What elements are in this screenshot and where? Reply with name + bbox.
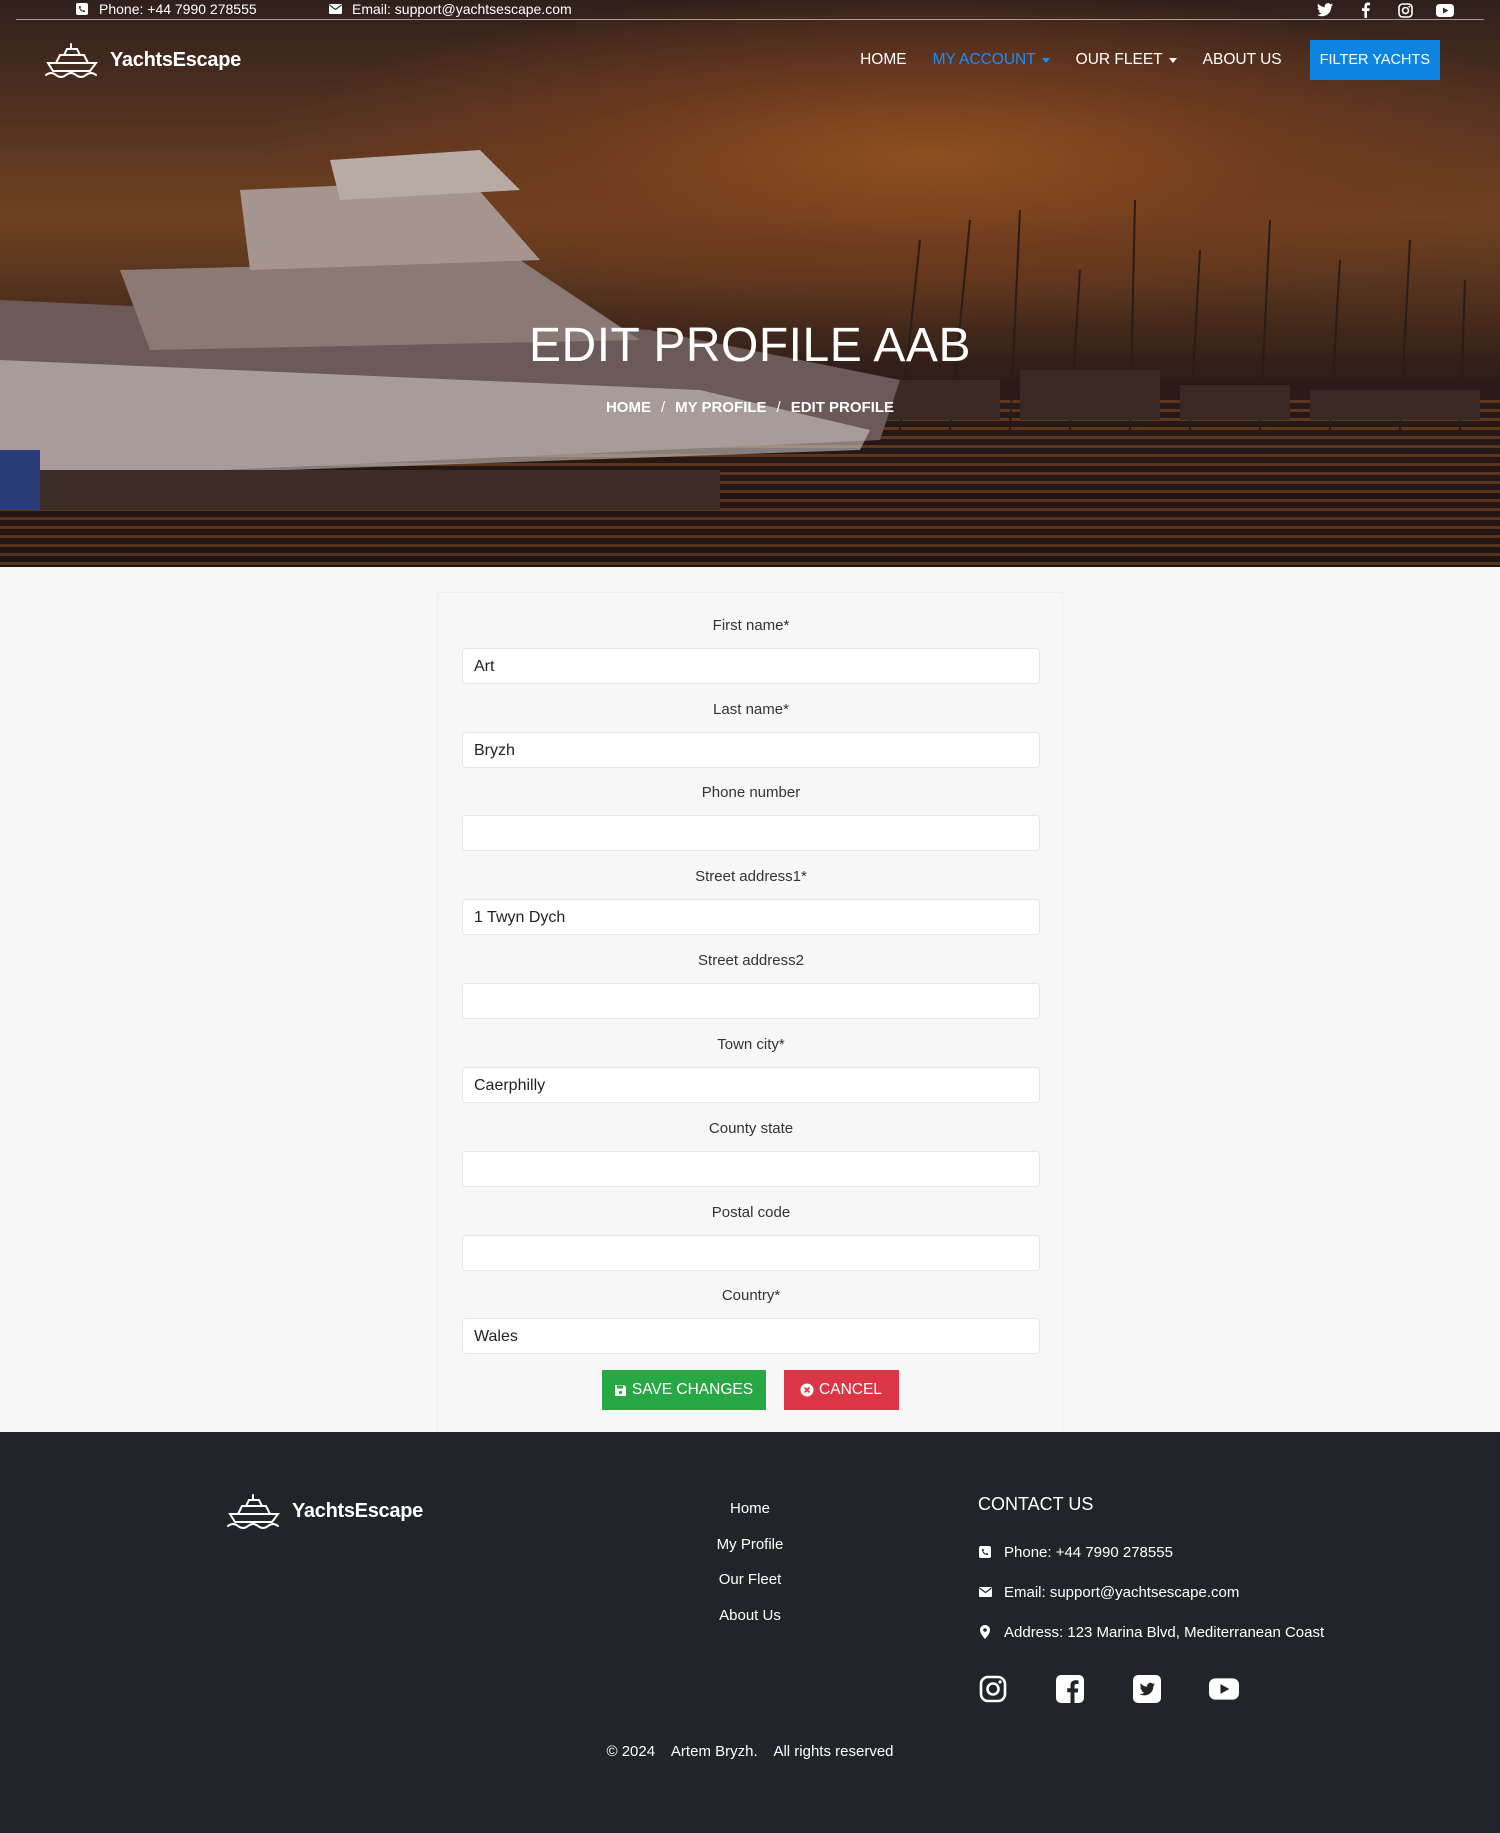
brand-logo[interactable]: YachtsEscape bbox=[44, 41, 241, 79]
breadcrumb-home[interactable]: HOME bbox=[606, 399, 651, 416]
main-navbar: YachtsEscape HOME MY ACCOUNT OUR FLEET A… bbox=[44, 38, 1440, 82]
street-address2-field: Street address2 bbox=[462, 952, 1040, 1019]
postal-code-field: Postal code bbox=[462, 1204, 1040, 1271]
first-name-label: First name* bbox=[712, 617, 790, 634]
breadcrumb: HOME / MY PROFILE / EDIT PROFILE bbox=[0, 399, 1500, 416]
street-address2-label: Street address2 bbox=[698, 952, 804, 969]
street-address1-label: Street address1* bbox=[695, 868, 807, 885]
town-city-input[interactable]: Caerphilly bbox=[462, 1067, 1040, 1103]
map-marker-icon bbox=[978, 1625, 992, 1639]
phone-number-input[interactable] bbox=[462, 815, 1040, 851]
footer-link-our-fleet[interactable]: Our Fleet bbox=[650, 1571, 850, 1607]
postal-code-input[interactable] bbox=[462, 1235, 1040, 1271]
envelope-icon bbox=[978, 1587, 992, 1597]
save-changes-button[interactable]: SAVE CHANGES bbox=[601, 1370, 766, 1410]
footer-address: Address: 123 Marina Blvd, Mediterranean … bbox=[978, 1612, 1324, 1652]
street-address1-field: Street address1* 1 Twyn Dych bbox=[462, 868, 1040, 935]
town-city-field: Town city* Caerphilly bbox=[462, 1036, 1040, 1103]
nav-our-fleet-label: OUR FLEET bbox=[1075, 51, 1163, 68]
footer-social-links bbox=[978, 1674, 1324, 1704]
chevron-down-icon bbox=[1168, 57, 1177, 63]
footer-links: Home My Profile Our Fleet About Us bbox=[650, 1500, 850, 1642]
twitter-icon[interactable] bbox=[1316, 1, 1334, 19]
footer-link-my-profile[interactable]: My Profile bbox=[650, 1536, 850, 1572]
footer-brand-logo[interactable]: YachtsEscape bbox=[226, 1492, 423, 1530]
yacht-logo-icon bbox=[227, 1494, 280, 1529]
breadcrumb-separator: / bbox=[776, 399, 781, 416]
nav-my-account-label: MY ACCOUNT bbox=[932, 51, 1036, 68]
hero-banner: Phone: +44 7990 278555 Email: support@ya… bbox=[0, 0, 1500, 567]
nav-menu: HOME MY ACCOUNT OUR FLEET ABOUT US FILTE… bbox=[834, 40, 1440, 80]
nav-my-account[interactable]: MY ACCOUNT bbox=[933, 51, 1050, 69]
save-changes-label: SAVE CHANGES bbox=[631, 1381, 754, 1398]
contact-heading: CONTACT US bbox=[978, 1494, 1094, 1514]
phone-number-field: Phone number bbox=[462, 784, 1040, 851]
cancel-button[interactable]: CANCEL bbox=[783, 1370, 899, 1410]
footer-email: Email: support@yachtsescape.com bbox=[978, 1572, 1324, 1612]
cancel-label: CANCEL bbox=[819, 1381, 882, 1398]
phone-number-label: Phone number bbox=[701, 784, 801, 801]
street-address2-input[interactable] bbox=[462, 983, 1040, 1019]
nav-about-us[interactable]: ABOUT US bbox=[1203, 51, 1282, 69]
footer-link-home[interactable]: Home bbox=[650, 1500, 850, 1536]
last-name-label: Last name* bbox=[713, 701, 789, 718]
youtube-icon[interactable] bbox=[1436, 1, 1454, 19]
footer-link-about-us[interactable]: About Us bbox=[650, 1607, 850, 1643]
county-state-field: County state bbox=[462, 1120, 1040, 1187]
footer-address-text: Address: 123 Marina Blvd, Mediterranean … bbox=[1004, 1623, 1325, 1641]
breadcrumb-my-profile[interactable]: MY PROFILE bbox=[675, 399, 766, 416]
page-title: EDIT PROFILE AAB bbox=[529, 319, 971, 372]
chevron-down-icon bbox=[1041, 57, 1050, 63]
filter-yachts-button[interactable]: FILTER YACHTS bbox=[1309, 40, 1440, 80]
footer-phone-text: Phone: +44 7990 278555 bbox=[1004, 1543, 1173, 1561]
nav-home[interactable]: HOME bbox=[860, 51, 907, 69]
save-icon bbox=[614, 1384, 626, 1396]
postal-code-label: Postal code bbox=[711, 1204, 791, 1221]
edit-profile-form: First name* Art Last name* Bryzh Phone n… bbox=[437, 592, 1063, 1434]
brand-name: YachtsEscape bbox=[110, 48, 241, 71]
breadcrumb-separator: / bbox=[660, 399, 666, 416]
times-circle-icon bbox=[800, 1383, 814, 1397]
footer-phone: Phone: +44 7990 278555 bbox=[978, 1532, 1324, 1572]
instagram-icon[interactable] bbox=[978, 1674, 1008, 1704]
site-footer: YachtsEscape Home My Profile Our Fleet A… bbox=[0, 1432, 1500, 1833]
footer-brand-name: YachtsEscape bbox=[292, 1499, 423, 1522]
last-name-field: Last name* Bryzh bbox=[462, 701, 1040, 768]
marina-masts-image bbox=[880, 199, 1480, 430]
youtube-icon[interactable] bbox=[1209, 1674, 1239, 1704]
copyright-text: © 2024 Artem Bryzh. All rights reserved bbox=[606, 1743, 894, 1760]
footer-contact: CONTACT US Phone: +44 7990 278555 Email:… bbox=[978, 1494, 1324, 1704]
first-name-field: First name* Art bbox=[462, 617, 1040, 684]
first-name-input[interactable]: Art bbox=[462, 648, 1040, 684]
phone-icon bbox=[978, 1546, 992, 1558]
instagram-icon[interactable] bbox=[1396, 1, 1414, 19]
topbar-email: Email: support@yachtsescape.com bbox=[328, 1, 572, 17]
copyright: © 2024 Artem Bryzh. All rights reserved bbox=[0, 1743, 1500, 1760]
facebook-icon[interactable] bbox=[1356, 1, 1374, 19]
town-city-label: Town city* bbox=[717, 1036, 785, 1053]
topbar-email-text: Email: support@yachtsescape.com bbox=[352, 1, 572, 17]
topbar-phone-text: Phone: +44 7990 278555 bbox=[99, 1, 257, 17]
street-address1-input[interactable]: 1 Twyn Dych bbox=[462, 899, 1040, 935]
country-field: Country* Wales bbox=[462, 1287, 1040, 1354]
topbar-social-links bbox=[1316, 1, 1454, 19]
footer-email-text: Email: support@yachtsescape.com bbox=[1004, 1583, 1240, 1601]
country-input[interactable]: Wales bbox=[462, 1318, 1040, 1354]
twitter-square-icon[interactable] bbox=[1132, 1674, 1162, 1704]
yacht-logo-icon bbox=[45, 43, 98, 78]
phone-icon bbox=[75, 2, 89, 16]
country-label: Country* bbox=[721, 1287, 781, 1304]
topbar-phone: Phone: +44 7990 278555 bbox=[75, 1, 257, 17]
form-actions: SAVE CHANGES CANCEL bbox=[438, 1370, 1062, 1410]
breadcrumb-current: EDIT PROFILE bbox=[790, 399, 895, 416]
county-state-label: County state bbox=[708, 1120, 794, 1137]
nav-our-fleet[interactable]: OUR FLEET bbox=[1076, 51, 1177, 69]
county-state-input[interactable] bbox=[462, 1151, 1040, 1187]
facebook-square-icon[interactable] bbox=[1055, 1674, 1085, 1704]
envelope-icon bbox=[328, 2, 342, 16]
last-name-input[interactable]: Bryzh bbox=[462, 732, 1040, 768]
top-contact-bar: Phone: +44 7990 278555 Email: support@ya… bbox=[16, 0, 1484, 20]
